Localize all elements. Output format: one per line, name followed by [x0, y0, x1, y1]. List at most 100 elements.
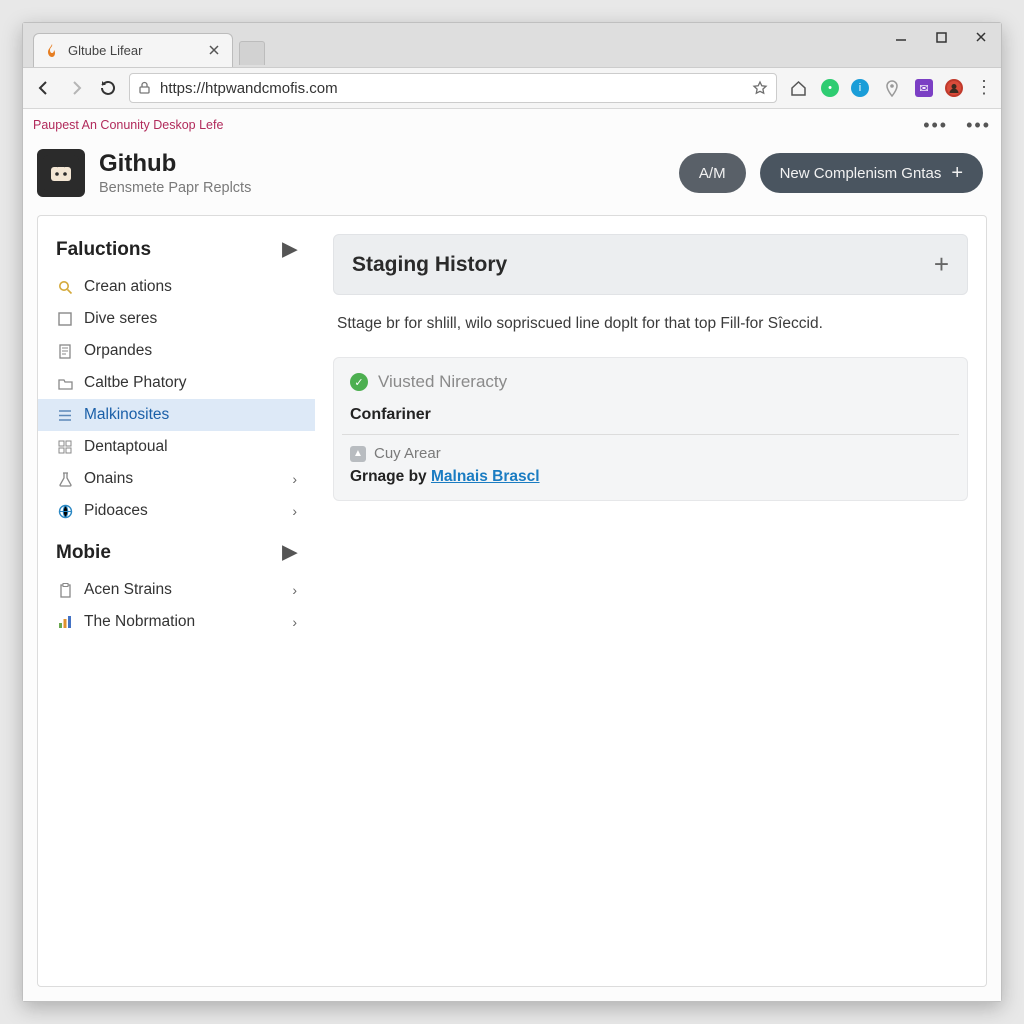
maximize-button[interactable]: [921, 23, 961, 51]
sidebar-item-label: Onains: [84, 470, 282, 488]
globe-icon: [56, 502, 74, 520]
window-controls: [881, 23, 1001, 51]
sidebar-item-the-nobrmation[interactable]: The Nobrmation ›: [38, 606, 315, 638]
header-text: Github Bensmete Papr Replcts: [99, 150, 251, 196]
page-actions: ••• •••: [923, 115, 991, 136]
main-title: Staging History: [352, 253, 507, 277]
plus-icon: +: [951, 162, 963, 185]
tab-title: Gltube Lifear: [68, 43, 200, 58]
sidebar-item-label: Dive seres: [84, 310, 297, 328]
extension-icons: • i ✉ ⋮: [787, 77, 991, 99]
back-button[interactable]: [33, 77, 55, 99]
card-status-row: ✓ Viusted Nireracty: [334, 362, 967, 402]
page-content: Paupest An Conunity Deskop Lefe ••• ••• …: [23, 109, 1001, 1001]
main-description: Sttage br for shlill, wilo sopriscued li…: [333, 295, 968, 357]
reload-button[interactable]: [97, 77, 119, 99]
sidebar-section-label: Mobie: [56, 542, 111, 564]
list-icon: [56, 406, 74, 424]
main-panel: Staging History + Sttage br for shlill, …: [315, 215, 987, 987]
forward-button[interactable]: [65, 77, 87, 99]
sidebar: Faluctions ▶ Crean ations Dive seres Orp…: [37, 215, 315, 987]
sidebar-item-label: Orpandes: [84, 342, 297, 360]
sidebar-item-malkinosites[interactable]: Malkinosites: [38, 399, 315, 431]
page-title: Github: [99, 150, 251, 178]
sidebar-item-crean-ations[interactable]: Crean ations: [38, 271, 315, 303]
chrome-menu-icon[interactable]: ⋮: [975, 85, 991, 90]
card-status-text: Viusted Nireracty: [378, 372, 507, 392]
fire-icon: [44, 43, 60, 59]
sidebar-item-pidoaces[interactable]: Pidoaces ›: [38, 495, 315, 527]
card-sub-label: Cuy Arear: [374, 445, 441, 462]
minimize-button[interactable]: [881, 23, 921, 51]
check-icon: ✓: [350, 373, 368, 391]
chevron-right-icon: ›: [292, 503, 297, 519]
close-icon[interactable]: [208, 44, 222, 58]
tag-icon: ▲: [350, 446, 366, 462]
page-header: Github Bensmete Papr Replcts A/M New Com…: [23, 141, 1001, 215]
avatar: [37, 149, 85, 197]
sidebar-item-label: Pidoaces: [84, 502, 282, 520]
ext-green-icon[interactable]: •: [821, 79, 839, 97]
sidebar-section-faluctions[interactable]: Faluctions ▶: [38, 232, 315, 271]
header-small-button[interactable]: A/M: [679, 153, 746, 193]
byline-link[interactable]: Malnais Brascl: [431, 468, 540, 485]
breadcrumb[interactable]: Paupest An Conunity Deskop Lefe: [33, 118, 223, 132]
chevron-right-icon: ›: [292, 471, 297, 487]
clipboard-icon: [56, 581, 74, 599]
browser-window: Gltube Lifear: [22, 22, 1002, 1002]
chart-icon: [56, 613, 74, 631]
omnibox[interactable]: [129, 73, 777, 103]
sidebar-item-onains[interactable]: Onains ›: [38, 463, 315, 495]
more-icon[interactable]: •••: [923, 115, 948, 136]
chevron-right-icon: ▶: [282, 238, 297, 261]
sidebar-item-label: Crean ations: [84, 278, 297, 296]
card-byline: Grnage by Malnais Brascl: [350, 468, 951, 486]
search-icon: [56, 278, 74, 296]
sidebar-section-mobie[interactable]: Mobie ▶: [38, 527, 315, 574]
chevron-right-icon: ›: [292, 614, 297, 630]
add-button[interactable]: +: [934, 249, 949, 280]
folder-icon: [56, 374, 74, 392]
bookmark-star-icon[interactable]: [752, 80, 768, 96]
sidebar-item-label: Acen Strains: [84, 581, 282, 599]
card-title: Confariner: [334, 406, 967, 434]
ext-purple-icon[interactable]: ✉: [915, 79, 933, 97]
new-item-label: New Complenism Gntas: [780, 165, 942, 182]
chevron-right-icon: ›: [292, 582, 297, 598]
browser-tab[interactable]: Gltube Lifear: [33, 33, 233, 67]
card-bottom: ▲ Cuy Arear Grnage by Malnais Brascl: [334, 435, 967, 496]
page-topbar: Paupest An Conunity Deskop Lefe ••• •••: [23, 109, 1001, 141]
history-card: ✓ Viusted Nireracty Confariner ▲ Cuy Are…: [333, 357, 968, 501]
titlebar: Gltube Lifear: [23, 23, 1001, 67]
main-header: Staging History +: [333, 234, 968, 295]
sidebar-item-dentaptoual[interactable]: Dentaptoual: [38, 431, 315, 463]
more-icon-2[interactable]: •••: [966, 115, 991, 136]
chevron-right-icon: ▶: [282, 541, 297, 564]
window-close-button[interactable]: [961, 23, 1001, 51]
page-subtitle: Bensmete Papr Replcts: [99, 180, 251, 196]
ext-avatar-icon[interactable]: [945, 79, 963, 97]
sidebar-item-label: Caltbe Phatory: [84, 374, 297, 392]
sidebar-item-label: Dentaptoual: [84, 438, 297, 456]
sidebar-item-dive-seres[interactable]: Dive seres: [38, 303, 315, 335]
new-item-button[interactable]: New Complenism Gntas +: [760, 153, 983, 193]
sidebar-item-label: Malkinosites: [84, 406, 297, 424]
doc-icon: [56, 342, 74, 360]
sidebar-item-caltbe-phatory[interactable]: Caltbe Phatory: [38, 367, 315, 399]
box-icon: [56, 310, 74, 328]
ext-blue-icon[interactable]: i: [851, 79, 869, 97]
location-pin-icon[interactable]: [881, 77, 903, 99]
address-bar: • i ✉ ⋮: [23, 67, 1001, 109]
home-icon[interactable]: [787, 77, 809, 99]
content-row: Faluctions ▶ Crean ations Dive seres Orp…: [23, 215, 1001, 1001]
lock-icon: [138, 81, 152, 95]
sidebar-item-orpandes[interactable]: Orpandes: [38, 335, 315, 367]
grid-icon: [56, 438, 74, 456]
sidebar-item-label: The Nobrmation: [84, 613, 282, 631]
sidebar-item-acen-strains[interactable]: Acen Strains ›: [38, 574, 315, 606]
byline-label: Grnage by: [350, 468, 427, 485]
url-input[interactable]: [160, 80, 744, 97]
new-tab-button[interactable]: [239, 41, 265, 65]
sidebar-section-label: Faluctions: [56, 239, 151, 261]
flask-icon: [56, 470, 74, 488]
